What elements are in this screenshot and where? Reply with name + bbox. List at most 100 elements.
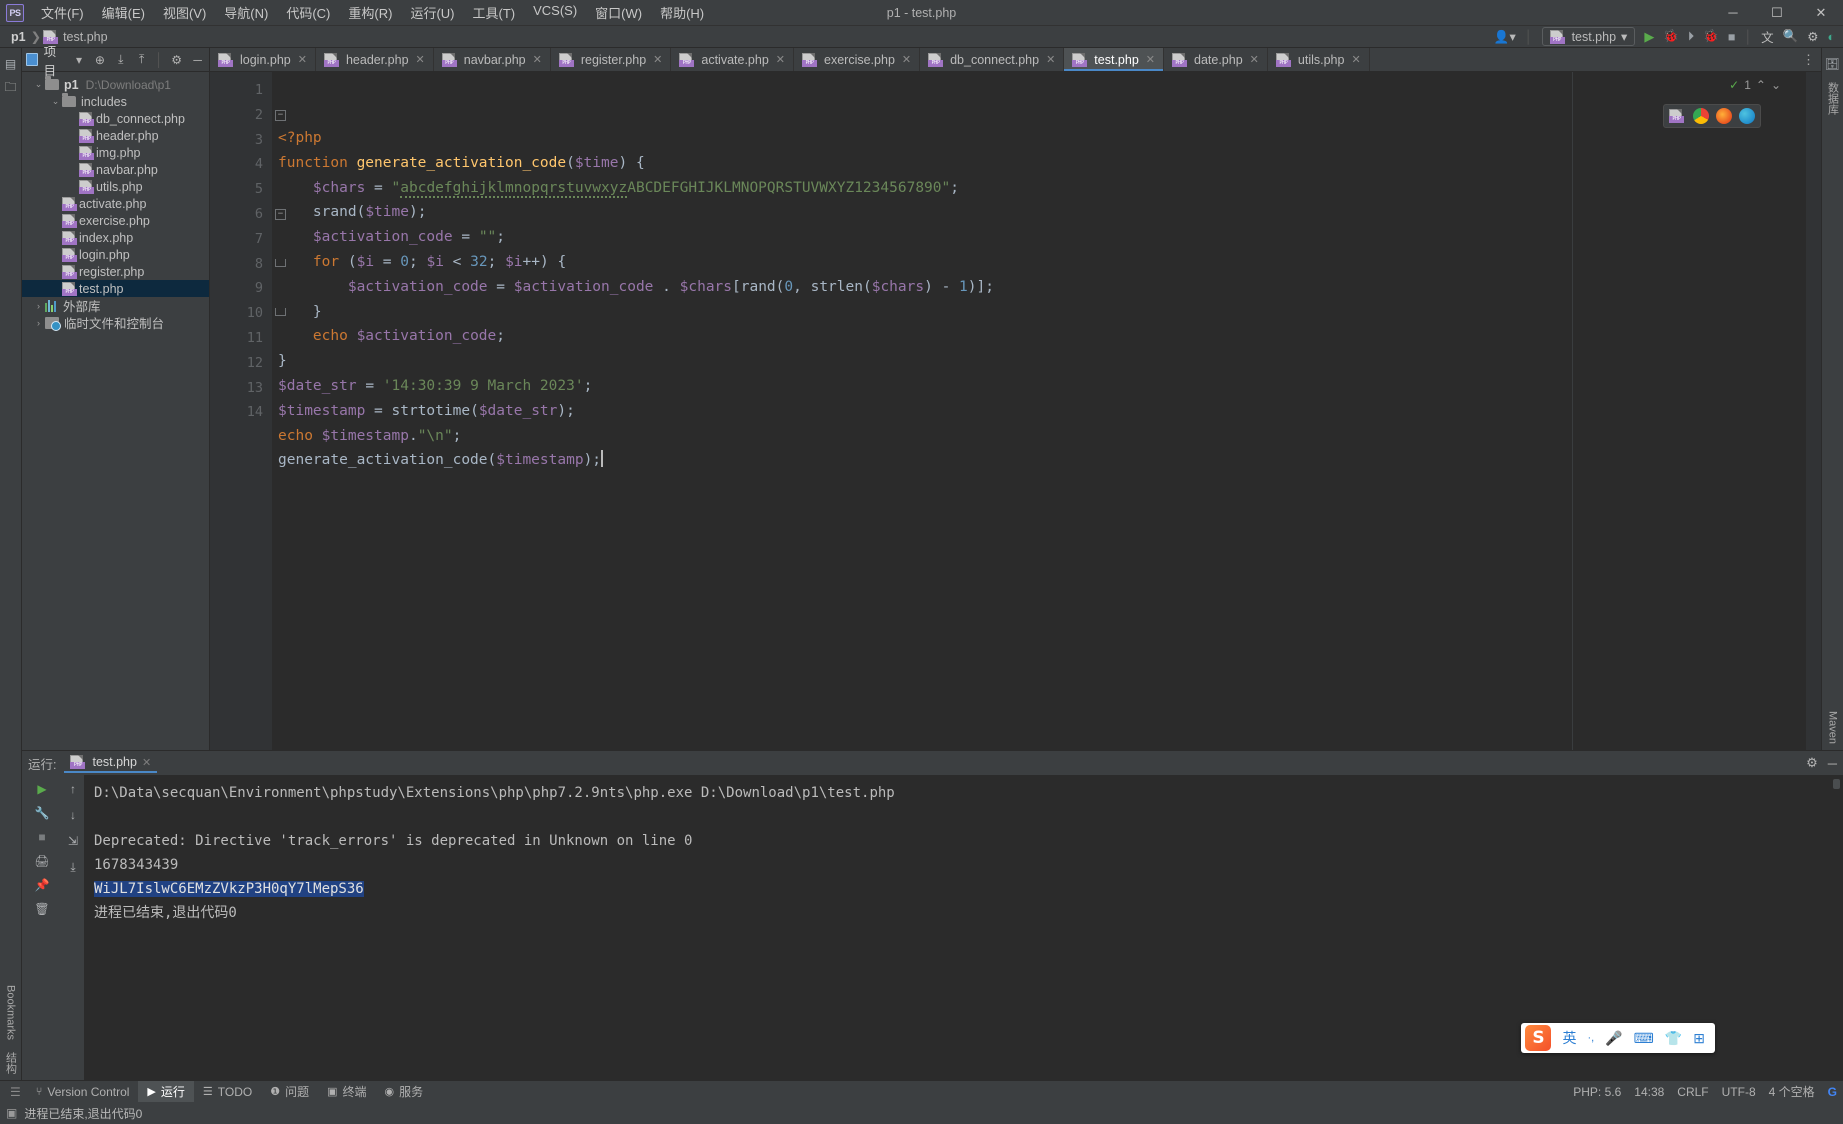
update-icon[interactable]: ◐ — [1827, 30, 1835, 44]
code-line-12[interactable]: $timestamp = strtotime($date_str); — [278, 399, 1806, 424]
user-avatar-icon[interactable]: 👤▾ — [1494, 29, 1516, 45]
profile-button[interactable]: 🐞 — [1703, 29, 1719, 44]
menu-item-2[interactable]: 视图(V) — [154, 0, 215, 25]
code-line-2[interactable]: function generate_activation_code($time)… — [278, 151, 1806, 176]
status-info-4[interactable]: 4 个空格 — [1769, 1083, 1815, 1100]
maximize-button[interactable]: ☐ — [1755, 0, 1799, 26]
editor-tab-overflow[interactable]: ⋮ — [1796, 48, 1821, 71]
chevron-down-icon[interactable]: ⌄ — [49, 96, 62, 107]
tree-item-db_connect.php[interactable]: db_connect.php — [22, 110, 209, 127]
project-view-dropdown-icon[interactable]: ▾ — [72, 51, 87, 68]
tree-item-activate.php[interactable]: activate.php — [22, 195, 209, 212]
editor-tab-activate[interactable]: activate.php✕ — [671, 48, 794, 71]
code-line-4[interactable]: srand($time); — [278, 200, 1806, 225]
inspection-widget[interactable]: ✓ 1 ⌃ ⌄ — [1729, 78, 1781, 92]
maven-strip-label[interactable]: Maven — [1827, 705, 1839, 750]
expand-all-icon[interactable]: ⤓ — [113, 51, 128, 68]
code-line-10[interactable]: } — [278, 349, 1806, 374]
wrench-icon[interactable]: 🔧 — [32, 803, 52, 823]
statusbar-toggle-icon[interactable]: ☰ — [4, 1085, 27, 1099]
chevron-up-icon[interactable]: ⌃ — [1756, 78, 1766, 92]
soft-wrap-icon[interactable]: ⇲ — [63, 831, 83, 851]
menu-item-3[interactable]: 导航(N) — [215, 0, 277, 25]
editor-tab-login[interactable]: login.php✕ — [210, 48, 316, 71]
tree-item-utils.php[interactable]: utils.php — [22, 178, 209, 195]
database-tool-icon[interactable]: 🗄 — [1825, 56, 1841, 72]
chevron-right-icon[interactable]: › — [32, 301, 45, 311]
run-configuration-selector[interactable]: test.php ▾ — [1542, 27, 1636, 46]
ime-punctuation-icon[interactable]: ·, — [1587, 1032, 1594, 1044]
close-icon[interactable]: ✕ — [902, 53, 911, 66]
editor-tab-navbar[interactable]: navbar.php✕ — [434, 48, 551, 71]
editor-tab-exercise[interactable]: exercise.php✕ — [794, 48, 920, 71]
close-icon[interactable]: ✕ — [1046, 53, 1055, 66]
tree-item-exercise.php[interactable]: exercise.php — [22, 212, 209, 229]
settings-gear-icon[interactable]: ⚙ — [1807, 29, 1818, 44]
console-selected-text[interactable]: WiJL7IslwC6EMzZVkzP3H0qY7lMepS36 — [94, 881, 364, 897]
ime-microphone-icon[interactable]: 🎤 — [1605, 1030, 1622, 1047]
run-button[interactable]: ▶ — [1644, 29, 1654, 45]
chevron-right-icon[interactable]: › — [32, 318, 45, 328]
status-info-2[interactable]: CRLF — [1677, 1085, 1708, 1099]
menu-item-0[interactable]: 文件(F) — [32, 0, 93, 25]
panel-hide-icon[interactable]: ─ — [190, 51, 205, 68]
tree-item-navbar.php[interactable]: navbar.php — [22, 161, 209, 178]
close-icon[interactable]: ✕ — [416, 53, 425, 66]
google-icon[interactable]: G — [1828, 1085, 1837, 1099]
sogou-logo-icon[interactable]: S — [1525, 1025, 1551, 1051]
minimize-button[interactable]: ─ — [1711, 0, 1755, 26]
collapse-all-icon[interactable]: ⤒ — [134, 51, 149, 68]
sogou-ime-bar[interactable]: S 英 ·, 🎤 ⌨ 👕 ⊞ — [1521, 1023, 1715, 1053]
run-coverage-button[interactable]: ⏵ — [1688, 29, 1694, 44]
menu-item-6[interactable]: 运行(U) — [401, 0, 463, 25]
rerun-icon[interactable]: ▶ — [32, 779, 52, 799]
close-icon[interactable]: ✕ — [142, 756, 151, 769]
tree-item-test.php[interactable]: test.php — [22, 280, 209, 297]
close-icon[interactable]: ✕ — [653, 53, 662, 66]
bookmarks-strip-label[interactable]: Bookmarks — [5, 979, 17, 1046]
scroll-up-icon[interactable]: ↑ — [63, 779, 83, 799]
status-button-运行[interactable]: ▶运行 — [138, 1081, 193, 1102]
tree-row-root[interactable]: ⌄p1D:\Download\p1 — [22, 76, 209, 93]
editor-tab-date[interactable]: date.php✕ — [1164, 48, 1268, 71]
console-scrollbar[interactable] — [1830, 775, 1843, 1080]
code-editor[interactable]: <?phpfunction generate_activation_code($… — [272, 72, 1806, 750]
more-options-icon[interactable]: ⋮ — [1802, 52, 1815, 68]
chrome-browser-icon[interactable] — [1693, 108, 1709, 124]
code-line-7[interactable]: $activation_code = $activation_code . $c… — [278, 275, 1806, 300]
scroll-from-source-icon[interactable]: ⊕ — [92, 51, 107, 68]
status-button-问题[interactable]: ❶问题 — [261, 1081, 318, 1102]
code-line-11[interactable]: $date_str = '14:30:39 9 March 2023'; — [278, 374, 1806, 399]
close-icon[interactable]: ✕ — [1351, 53, 1360, 66]
edge-browser-icon[interactable] — [1739, 108, 1755, 124]
chevron-down-icon[interactable]: ⌄ — [1771, 78, 1781, 92]
tree-item-index.php[interactable]: index.php — [22, 229, 209, 246]
run-panel-hide-icon[interactable]: ─ — [1828, 756, 1837, 771]
close-icon[interactable]: ✕ — [1250, 53, 1259, 66]
project-tree[interactable]: ⌄p1D:\Download\p1⌄includesdb_connect.php… — [22, 72, 209, 750]
status-button-Version-Control[interactable]: ⑂Version Control — [27, 1081, 139, 1102]
editor-tab-db_connect[interactable]: db_connect.php✕ — [920, 48, 1064, 71]
pin-icon[interactable]: 📌 — [32, 875, 52, 895]
status-info-0[interactable]: PHP: 5.6 — [1573, 1085, 1621, 1099]
ime-skin-icon[interactable]: 👕 — [1665, 1030, 1682, 1047]
tool-window-project-icon[interactable]: ▤ — [3, 56, 19, 72]
menu-item-4[interactable]: 代码(C) — [277, 0, 339, 25]
search-icon[interactable]: 🔍 — [1783, 29, 1799, 44]
code-line-6[interactable]: for ($i = 0; $i < 32; $i++) { — [278, 250, 1806, 275]
tree-item-header.php[interactable]: header.php — [22, 127, 209, 144]
ime-language-icon[interactable]: 英 — [1562, 1028, 1576, 1048]
menu-item-10[interactable]: 帮助(H) — [651, 0, 713, 25]
code-line-3[interactable]: $chars = "abcdefghijklmnopqrstuvwxyzABCD… — [278, 176, 1806, 201]
code-line-14[interactable]: generate_activation_code($timestamp); — [278, 448, 1806, 473]
menu-item-5[interactable]: 重构(R) — [339, 0, 401, 25]
menu-item-9[interactable]: 窗口(W) — [586, 0, 651, 25]
status-info-1[interactable]: 14:38 — [1634, 1085, 1664, 1099]
close-icon[interactable]: ✕ — [533, 53, 542, 66]
phpstorm-preview-icon[interactable] — [1669, 109, 1682, 123]
ime-apps-icon[interactable]: ⊞ — [1693, 1030, 1705, 1047]
chevron-down-icon[interactable]: ⌄ — [32, 79, 45, 90]
tree-item-login.php[interactable]: login.php — [22, 246, 209, 263]
code-line-1[interactable]: <?php — [278, 126, 1806, 151]
status-button-终端[interactable]: ▣终端 — [318, 1081, 375, 1102]
